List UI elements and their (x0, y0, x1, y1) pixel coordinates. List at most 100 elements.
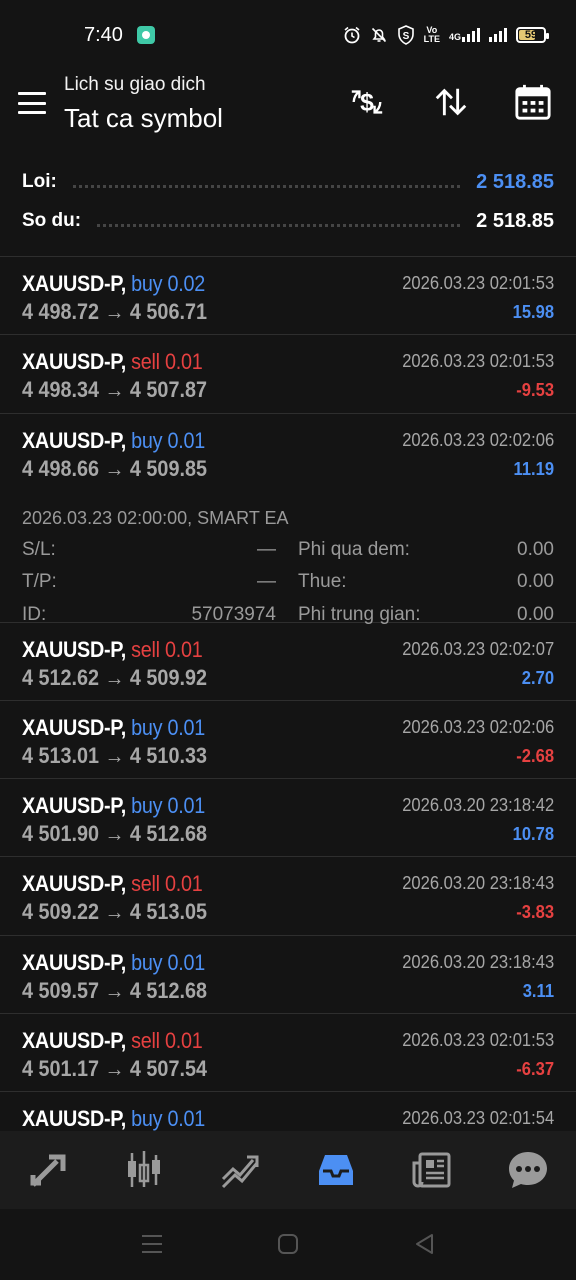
calendar-icon (515, 84, 551, 120)
alarm-icon (344, 26, 360, 44)
nav-chat[interactable] (480, 1131, 576, 1209)
trade-side: buy (131, 271, 163, 296)
symbol-name: XAUUSD-P, (22, 271, 126, 296)
nav-history[interactable] (288, 1131, 384, 1209)
trade-time: 2026.03.23 02:01:53 (402, 1030, 554, 1051)
arrow-icon: → (104, 299, 125, 324)
quotes-icon (30, 1154, 66, 1187)
trade-row[interactable]: XAUUSD-P, buy 0.01 4 498.66 → 4 509.85 202… (0, 414, 576, 625)
trade-row[interactable]: XAUUSD-P, buy 0.01 2026.03.23 02:01:54 (0, 1092, 576, 1131)
symbol-name: XAUUSD-P, (22, 1106, 126, 1131)
symbol-filter-title[interactable]: Tat ca symbol (64, 103, 223, 134)
trade-time: 2026.03.20 23:18:42 (402, 795, 554, 816)
account-summary: Loi: 2 518.85 So du: 2 518.85 (0, 160, 576, 250)
balance-row: So du: 2 518.85 (22, 201, 554, 241)
trade-profit: -3.83 (516, 902, 554, 923)
trade-prices: 4 501.90 → 4 512.68 (22, 821, 207, 847)
trade-time: 2026.03.23 02:01:53 (402, 351, 554, 372)
trade-symbol: XAUUSD-P, buy 0.01 (22, 428, 205, 454)
news-icon (412, 1152, 451, 1188)
close-price: 4 509.92 (129, 664, 207, 690)
symbol-name: XAUUSD-P, (22, 793, 126, 819)
sort-button[interactable] (431, 82, 471, 122)
trade-volume: 0.01 (167, 793, 206, 819)
trade-row[interactable]: XAUUSD-P, buy 0.01 4 501.90 → 4 512.68 202… (0, 779, 576, 858)
status-time: 7:40 (84, 24, 123, 46)
signal-strength-icon (489, 28, 507, 42)
trade-volume: 0.01 (165, 349, 203, 375)
recents-icon[interactable] (139, 1231, 165, 1257)
trade-volume: 0.01 (165, 1028, 203, 1054)
hamburger-menu-icon[interactable] (18, 92, 46, 114)
trade-time: 2026.03.20 23:18:43 (402, 951, 554, 972)
nav-quotes[interactable] (0, 1131, 96, 1209)
trade-row[interactable]: XAUUSD-P, buy 0.02 4 498.72 → 4 506.71 202… (0, 257, 576, 336)
trade-history-list[interactable]: XAUUSD-P, buy 0.02 4 498.72 → 4 506.71 202… (0, 256, 576, 1131)
trade-symbol: XAUUSD-P, buy 0.02 (22, 271, 205, 297)
open-price: 4 512.62 (22, 664, 100, 690)
symbol-name: XAUUSD-P, (22, 636, 126, 662)
trade-side: buy (131, 1106, 163, 1131)
trade-prices: 4 509.57 → 4 512.68 (22, 978, 207, 1004)
open-price: 4 498.34 (22, 377, 100, 403)
trade-time: 2026.03.20 23:18:43 (402, 873, 554, 894)
trade-side: buy (131, 714, 163, 740)
swap: Phi qua dem: 0.00 (298, 538, 554, 560)
trade-icon (221, 1155, 259, 1189)
trade-prices: 4 498.72 → 4 506.71 (22, 299, 207, 325)
trade-symbol: XAUUSD-P, buy 0.01 (22, 715, 205, 741)
trade-volume: 0.01 (165, 636, 203, 662)
trade-side: sell (131, 1028, 160, 1054)
profit-label: Loi: (22, 171, 57, 192)
trade-detail: 2026.03.23 02:00:00, SMART EA S/L: — Phi qu… (22, 502, 554, 632)
close-price: 4 507.87 (129, 377, 207, 403)
arrow-icon: → (104, 977, 125, 1003)
status-icons: S Vo LTE 4G 59 (343, 24, 549, 46)
arrow-icon: → (104, 1056, 125, 1082)
open-price: 4 509.22 (22, 899, 100, 925)
trade-side: sell (131, 871, 160, 897)
open-price: 4 501.90 (22, 821, 100, 847)
trade-row[interactable]: XAUUSD-P, sell 0.01 4 498.34 → 4 507.87 20… (0, 335, 576, 414)
trade-row[interactable]: XAUUSD-P, buy 0.01 4 509.57 → 4 512.68 202… (0, 936, 576, 1015)
stop-loss: S/L: — (22, 538, 276, 560)
close-price: 4 512.68 (129, 977, 207, 1003)
arrow-icon: → (104, 664, 125, 690)
trade-prices: 4 501.17 → 4 507.54 (22, 1056, 207, 1082)
nav-trade[interactable] (192, 1131, 288, 1209)
trade-time: 2026.03.23 02:02:06 (402, 716, 554, 737)
volte-icon: Vo LTE (423, 25, 440, 44)
trade-side: buy (131, 793, 163, 819)
profit-row: Loi: 2 518.85 (22, 162, 554, 202)
close-price: 4 509.85 (129, 455, 207, 481)
arrow-icon: → (104, 377, 125, 403)
trade-row[interactable]: XAUUSD-P, sell 0.01 4 509.22 → 4 513.05 20… (0, 857, 576, 936)
trade-volume: 0.01 (165, 871, 203, 897)
bottom-navigation (0, 1131, 576, 1209)
calendar-button[interactable] (513, 82, 553, 122)
trade-side: buy (131, 949, 163, 975)
symbol-name: XAUUSD-P, (22, 349, 126, 375)
profit-value: 2 518.85 (476, 170, 554, 193)
trade-volume: 0.01 (167, 949, 206, 975)
open-price: 4 501.17 (22, 1056, 100, 1082)
trade-row[interactable]: XAUUSD-P, sell 0.01 4 501.17 → 4 507.54 20… (0, 1014, 576, 1093)
chart-icon (128, 1151, 160, 1187)
trade-row[interactable]: XAUUSD-P, sell 0.01 4 512.62 → 4 509.92 20… (0, 623, 576, 701)
back-icon[interactable] (412, 1231, 438, 1257)
trade-symbol: XAUUSD-P, buy 0.01 (22, 950, 205, 976)
trade-profit: 2.70 (521, 667, 554, 688)
trade-profit: -2.68 (516, 745, 554, 766)
dotted-leader (72, 184, 461, 188)
sort-icon (435, 88, 467, 116)
arrow-icon: → (104, 899, 125, 925)
dollar-refresh-button[interactable]: $ (347, 82, 387, 122)
home-icon[interactable] (275, 1231, 301, 1257)
nav-chart[interactable] (96, 1131, 192, 1209)
trade-prices: 4 509.22 → 4 513.05 (22, 899, 207, 925)
trade-profit: 11.19 (513, 458, 554, 479)
tax: Thue: 0.00 (298, 571, 554, 593)
open-price: 4 498.66 (22, 455, 100, 481)
trade-row[interactable]: XAUUSD-P, buy 0.01 4 513.01 → 4 510.33 202… (0, 701, 576, 780)
nav-news[interactable] (384, 1131, 480, 1209)
